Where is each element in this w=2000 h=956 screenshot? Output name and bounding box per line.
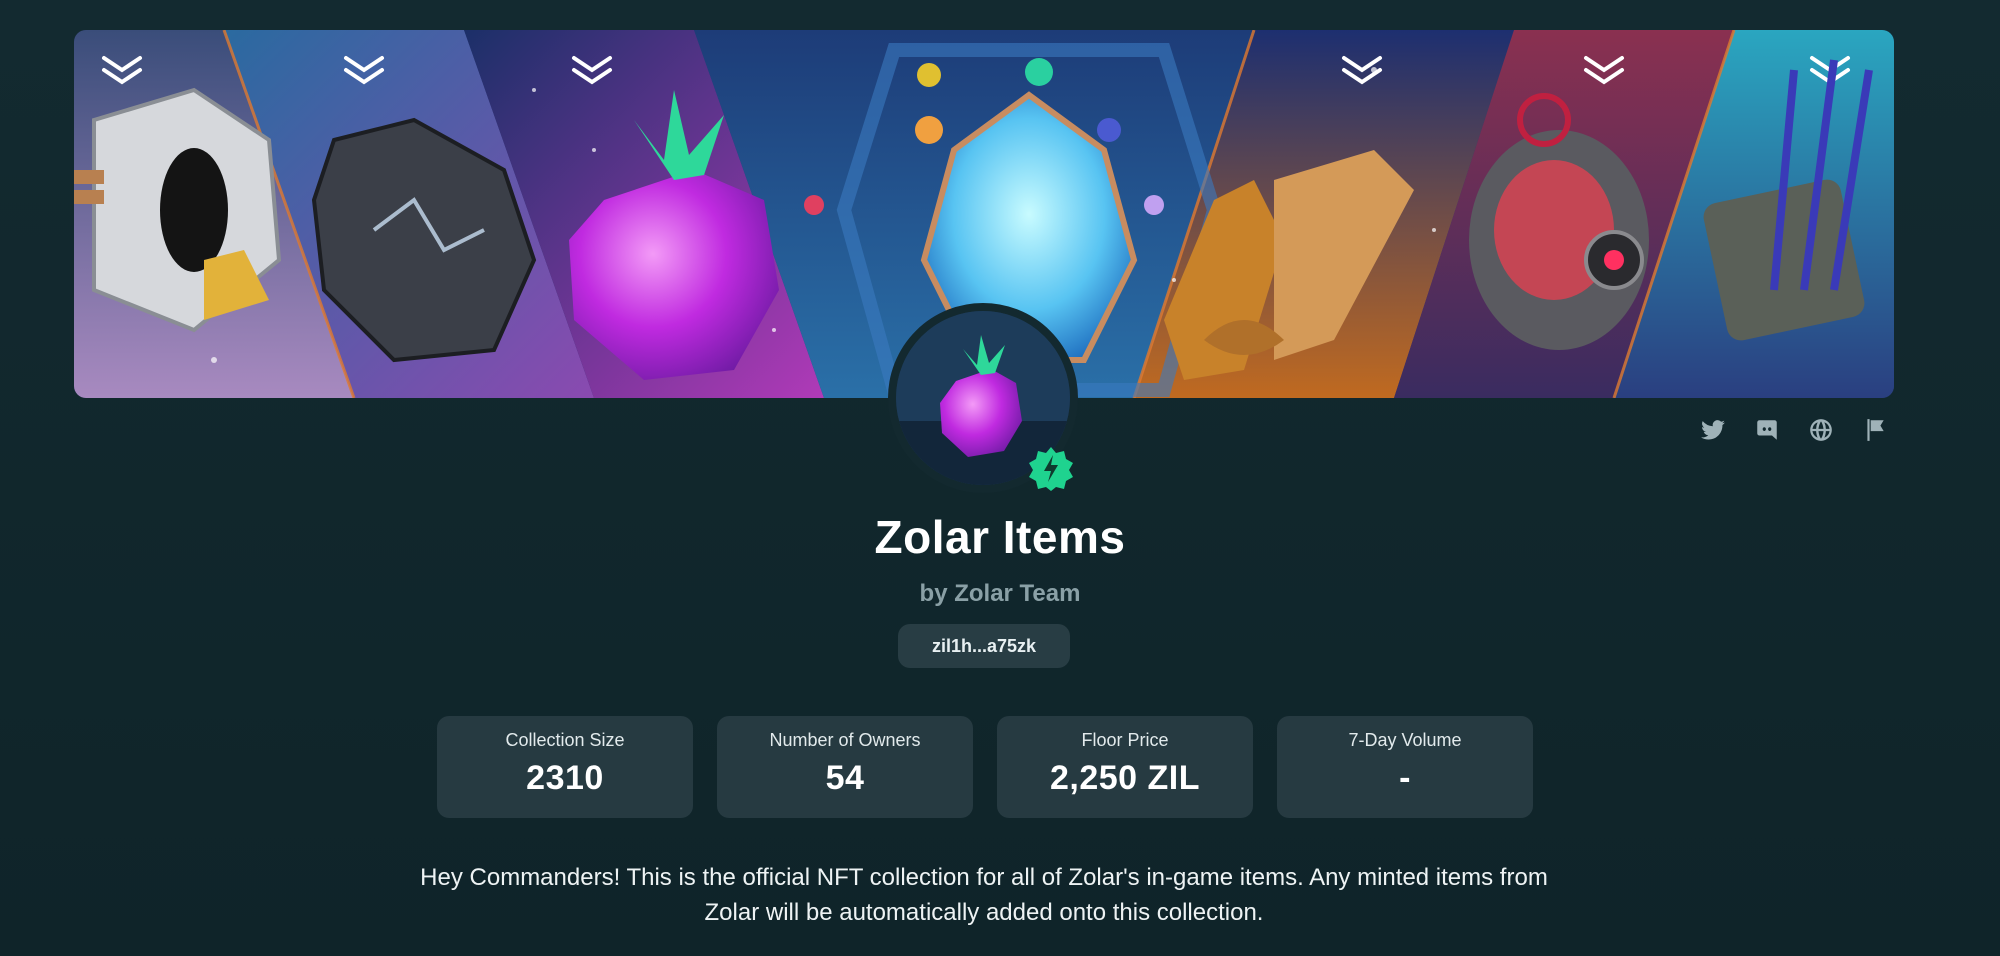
flag-icon xyxy=(1867,419,1884,441)
stat-floor-price: Floor Price 2,250 ZIL xyxy=(997,716,1253,818)
stat-value: - xyxy=(1399,759,1411,797)
stat-value: 54 xyxy=(825,759,865,797)
collection-avatar-wrapper xyxy=(888,303,1078,493)
discord-link[interactable] xyxy=(1740,412,1794,448)
collection-creator[interactable]: by Zolar Team xyxy=(0,580,2000,608)
collection-title: Zolar Items xyxy=(874,511,1126,563)
stat-label: 7-Day Volume xyxy=(1348,730,1462,750)
stat-value: 2310 xyxy=(526,759,604,797)
stat-value: 2,250 ZIL xyxy=(1049,759,1200,797)
social-links xyxy=(1686,412,1902,448)
stat-7-day-volume: 7-Day Volume - xyxy=(1277,716,1533,818)
collection-description: Hey Commanders! This is the official NFT… xyxy=(420,864,1548,926)
globe-icon xyxy=(1810,419,1832,441)
contract-address-button[interactable]: zil1h...a75zk xyxy=(898,624,1070,668)
twitter-link[interactable] xyxy=(1686,412,1740,448)
stat-number-of-owners: Number of Owners 54 xyxy=(717,716,973,818)
stat-label: Collection Size xyxy=(505,730,625,750)
discord-icon xyxy=(1757,420,1777,440)
collection-page: Zolar Items by Zolar Team zil1h...a75zk … xyxy=(0,0,2000,956)
twitter-icon xyxy=(1701,420,1725,440)
verified-badge-icon xyxy=(1029,447,1073,491)
report-link[interactable] xyxy=(1848,412,1902,448)
stat-collection-size: Collection Size 2310 xyxy=(437,716,693,818)
website-link[interactable] xyxy=(1794,412,1848,448)
collection-stats: Collection Size 2310 Number of Owners 54… xyxy=(437,716,1533,818)
stat-label: Number of Owners xyxy=(769,730,921,750)
stat-label: Floor Price xyxy=(1081,730,1169,750)
